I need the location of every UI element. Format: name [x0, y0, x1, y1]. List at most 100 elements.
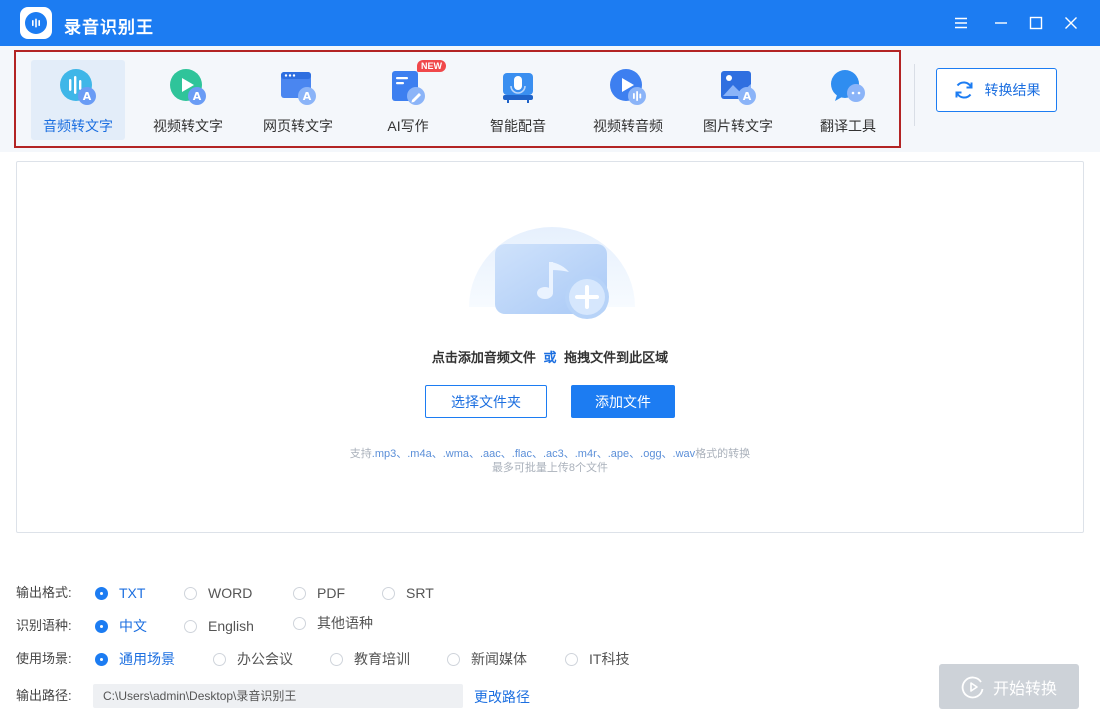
minimize-icon: [995, 22, 1007, 24]
svg-text:A: A: [83, 90, 92, 103]
choose-folder-button[interactable]: 选择文件夹: [425, 385, 547, 418]
tool-label: AI写作: [387, 118, 429, 134]
file-drop-zone[interactable]: 点击添加音频文件 或 拖拽文件到此区域 选择文件夹 添加文件 支持.mp3、.m…: [16, 161, 1084, 533]
tool-video-to-text[interactable]: A 视频转文字: [141, 60, 235, 140]
conversion-results-label: 转换结果: [984, 82, 1041, 98]
minimize-button[interactable]: [986, 8, 1016, 38]
output-path-label: 输出路径:: [16, 688, 72, 703]
feature-tools-group: A 音频转文字 A 视频转文字 A 网页转文字 NEW AI写作 智能配音 视频…: [14, 50, 901, 148]
drop-instruction-part1: 点击添加音频文件: [431, 350, 536, 365]
app-title: 录音识别王: [64, 18, 154, 37]
play-circle-icon: [961, 676, 984, 698]
hint-formats: .mp3、.m4a、.wma、.aac、.flac、.ac3、.m4r、.ape…: [371, 448, 696, 460]
ai-writing-icon: NEW: [389, 60, 446, 106]
radio-label: 教育培训: [354, 651, 410, 667]
radio-dot: [382, 586, 395, 600]
supported-formats-hint: 支持.mp3、.m4a、.wma、.aac、.flac、.ac3、.m4r、.a…: [17, 447, 1083, 475]
language-label: 识别语种:: [16, 618, 72, 633]
close-button[interactable]: [1056, 8, 1086, 38]
output-format-label: 输出格式:: [16, 585, 72, 600]
format-radio-pdf[interactable]: PDF: [293, 586, 345, 600]
tool-video-to-audio[interactable]: 视频转音频: [581, 60, 675, 140]
refresh-icon: [955, 81, 972, 99]
radio-dot: [293, 616, 306, 630]
tool-label: 翻译工具: [820, 118, 876, 134]
image-to-text-icon: A: [719, 68, 757, 106]
format-radio-word[interactable]: WORD: [184, 586, 252, 600]
microphone-logo-icon: [25, 12, 47, 34]
output-path-field[interactable]: [93, 684, 463, 708]
radio-dot: [447, 652, 460, 666]
new-badge: NEW: [417, 60, 446, 72]
batch-limit-hint: 最多可批量上传8个文件: [491, 462, 609, 474]
app-window: 录音识别王 A 音频转文字 A 视频转文字 A 网页转文字 NEW AI写作 智…: [0, 0, 1100, 720]
scene-radio-office-meeting[interactable]: 办公会议: [213, 652, 293, 666]
format-radio-srt[interactable]: SRT: [382, 586, 434, 600]
scene-radio-general[interactable]: 通用场景: [95, 652, 175, 666]
drop-instruction-part2: 拖拽文件到此区域: [564, 350, 669, 365]
start-conversion-button[interactable]: 开始转换: [939, 664, 1079, 709]
tool-translate[interactable]: 翻译工具: [801, 60, 895, 140]
radio-dot: [95, 652, 108, 666]
menu-button[interactable]: [946, 8, 976, 38]
change-path-link[interactable]: 更改路径: [474, 687, 530, 707]
drop-instruction-or: 或: [543, 350, 557, 365]
tool-label: 图片转文字: [703, 118, 773, 134]
tool-label: 音频转文字: [43, 118, 113, 134]
scene-label: 使用场景:: [16, 651, 72, 666]
radio-dot: [293, 586, 306, 600]
title-bar: 录音识别王: [0, 0, 1100, 46]
scene-radio-education[interactable]: 教育培训: [330, 652, 410, 666]
language-radio-english[interactable]: English: [184, 619, 254, 633]
webpage-to-text-icon: A: [279, 68, 317, 106]
video-to-audio-icon: [609, 68, 647, 106]
svg-text:A: A: [193, 90, 202, 103]
translate-icon: [829, 68, 867, 106]
scene-radio-it-tech[interactable]: IT科技: [565, 652, 629, 666]
radio-label: TXT: [119, 585, 146, 601]
svg-text:A: A: [303, 90, 312, 103]
radio-label: IT科技: [589, 651, 630, 667]
scene-radio-news-media[interactable]: 新闻媒体: [447, 652, 527, 666]
output-format-row: 输出格式: TXT WORD PDF SRT: [16, 583, 1016, 603]
radio-label: WORD: [208, 585, 253, 601]
format-radio-txt[interactable]: TXT: [95, 586, 145, 600]
hint-suffix: 格式的转换: [695, 448, 751, 460]
tool-label: 网页转文字: [263, 118, 333, 134]
radio-dot: [213, 652, 226, 666]
tool-label: 智能配音: [490, 118, 546, 134]
usage-scene-row: 使用场景: 通用场景 办公会议 教育培训 新闻媒体 IT科技: [16, 649, 1016, 669]
add-audio-illustration-icon: [467, 222, 637, 332]
conversion-results-button[interactable]: 转换结果: [936, 68, 1057, 112]
supported-formats-line: 支持.mp3、.m4a、.wma、.aac、.flac、.ac3、.m4r、.a…: [17, 447, 1083, 461]
video-to-text-icon: A: [169, 68, 207, 106]
radio-label: 其他语种: [317, 615, 373, 631]
radio-label: 通用场景: [119, 651, 175, 667]
radio-dot: [95, 619, 108, 633]
radio-dot: [184, 619, 197, 633]
radio-label: 办公会议: [237, 651, 293, 667]
tool-label: 视频转音频: [593, 118, 663, 134]
radio-dot: [330, 652, 343, 666]
toolbar-divider: [914, 64, 915, 126]
tool-label: 视频转文字: [153, 118, 223, 134]
radio-label: 新闻媒体: [471, 651, 527, 667]
radio-label: English: [208, 618, 254, 634]
tool-ai-writing[interactable]: NEW AI写作: [361, 60, 455, 140]
language-radio-chinese[interactable]: 中文: [95, 619, 147, 633]
radio-label: PDF: [317, 585, 345, 601]
tool-audio-to-text[interactable]: A 音频转文字: [31, 60, 125, 140]
tool-smart-dubbing[interactable]: 智能配音: [471, 60, 565, 140]
add-file-button[interactable]: 添加文件: [571, 385, 675, 418]
drop-instruction: 点击添加音频文件 或 拖拽文件到此区域: [17, 347, 1083, 366]
hint-prefix: 支持: [349, 448, 372, 460]
radio-label: SRT: [406, 585, 434, 601]
tool-image-to-text[interactable]: A 图片转文字: [691, 60, 785, 140]
tool-webpage-to-text[interactable]: A 网页转文字: [251, 60, 345, 140]
maximize-button[interactable]: [1021, 8, 1051, 38]
feature-toolbar: A 音频转文字 A 视频转文字 A 网页转文字 NEW AI写作 智能配音 视频…: [0, 46, 1100, 152]
close-icon: [1065, 17, 1077, 29]
recognition-language-row: 识别语种: 中文 English 其他语种: [16, 616, 1016, 636]
language-radio-other[interactable]: 其他语种: [293, 616, 373, 630]
app-logo: [20, 7, 52, 39]
